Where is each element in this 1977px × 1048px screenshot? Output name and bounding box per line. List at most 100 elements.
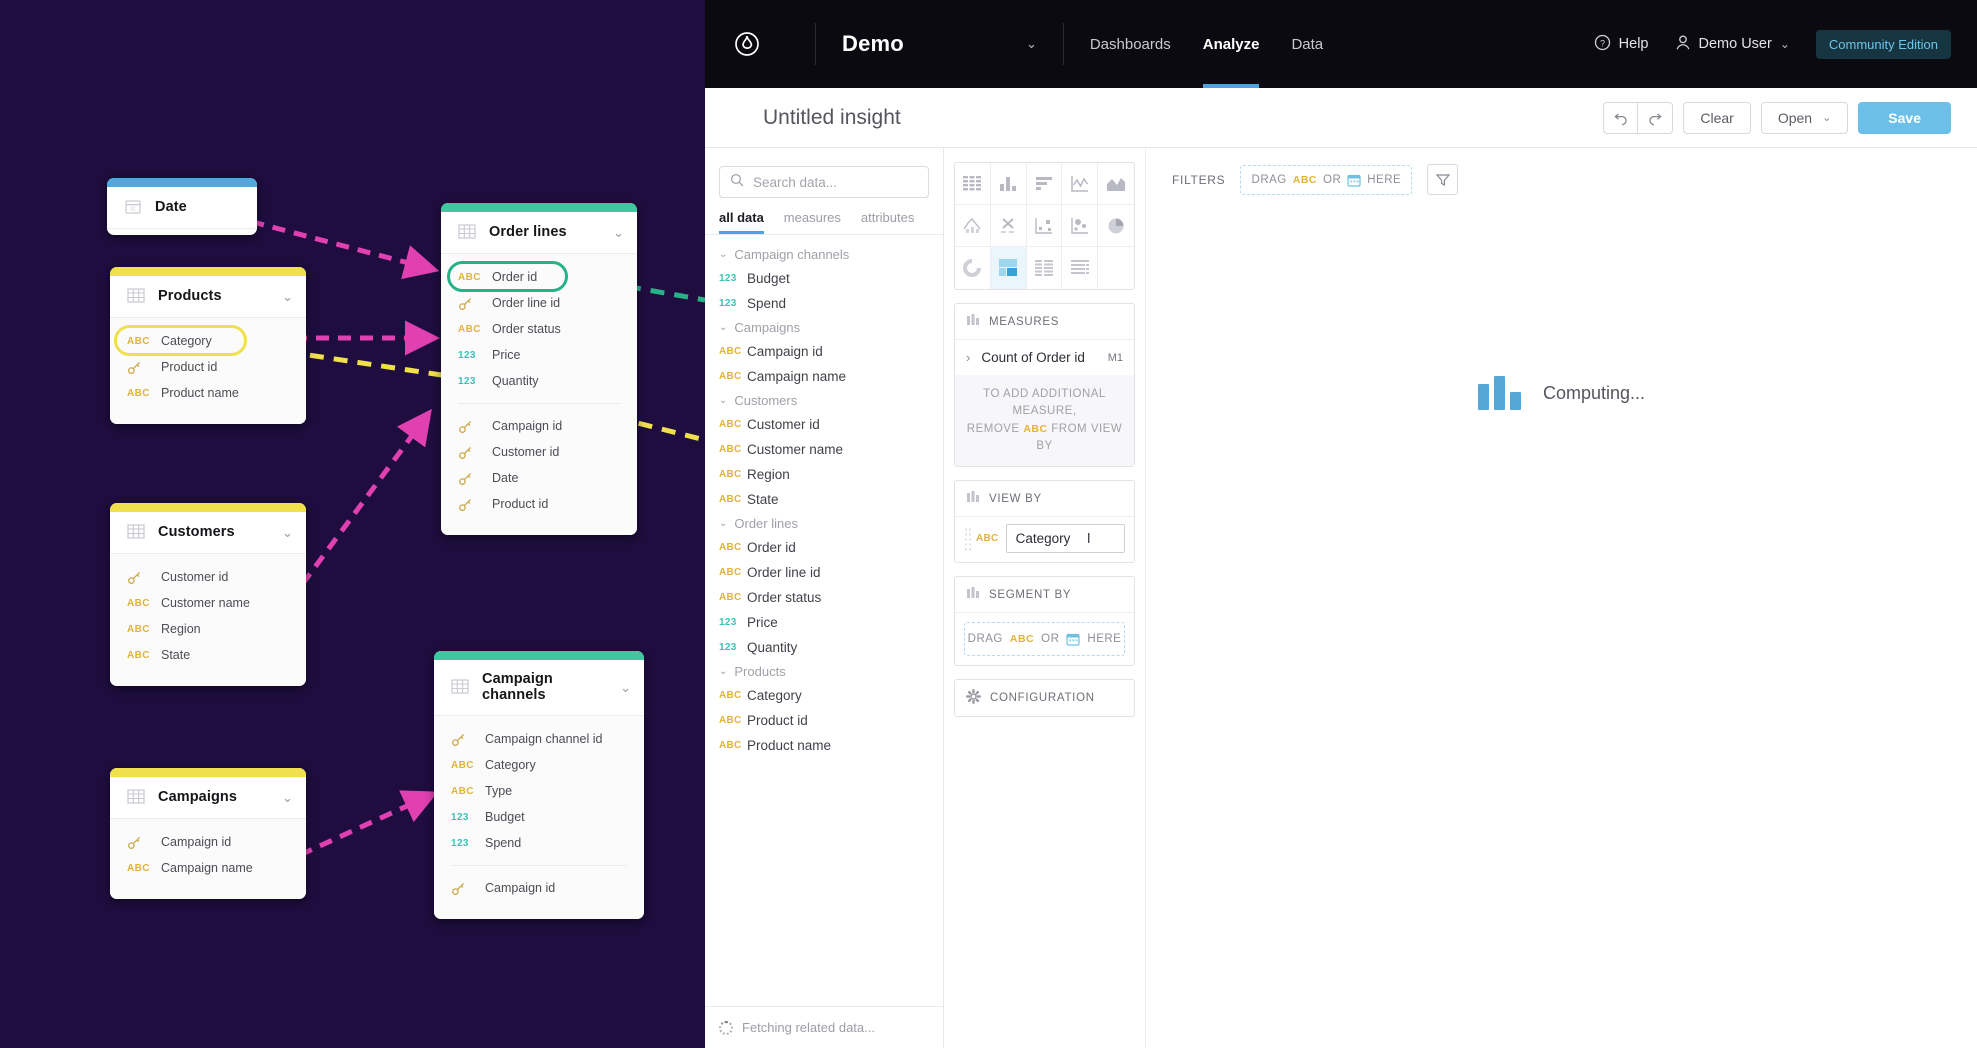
open-button[interactable]: Open ⌄	[1761, 102, 1848, 134]
field-list-item[interactable]: ABCCampaign name	[705, 364, 943, 389]
erd-field-row[interactable]: ABCCategory	[434, 752, 644, 778]
erd-field-row[interactable]: ABCOrder status	[441, 316, 637, 342]
erd-field-row[interactable]: 123Quantity	[441, 368, 637, 394]
donut-chart-icon[interactable]	[955, 247, 991, 289]
pivot-table-icon[interactable]	[955, 163, 991, 205]
erd-card-header[interactable]: Products⌄	[110, 276, 306, 318]
area-chart-icon[interactable]	[1098, 163, 1134, 205]
field-list-item[interactable]: ABCProduct id	[705, 708, 943, 733]
search-input[interactable]	[753, 175, 918, 190]
field-group-header[interactable]: ⌄Campaigns	[705, 316, 943, 339]
scatter-plot-icon[interactable]	[1027, 205, 1063, 247]
erd-field-row[interactable]: 123Spend	[434, 830, 644, 856]
erd-field-row[interactable]: Customer id	[110, 564, 306, 590]
erd-field-row[interactable]: ABCCategory	[110, 328, 306, 354]
segment-by-dropzone[interactable]: DRAG ABC OR HERE	[964, 622, 1125, 656]
nav-item-data[interactable]: Data	[1291, 0, 1323, 88]
bubble-chart-icon[interactable]	[1062, 205, 1098, 247]
erd-table-card[interactable]: Order lines⌄ABCOrder idOrder line idABCO…	[441, 203, 637, 535]
field-list-item[interactable]: ABCCustomer name	[705, 437, 943, 462]
field-list-item[interactable]: ABCState	[705, 487, 943, 512]
erd-field-row[interactable]: Campaign id	[110, 829, 306, 855]
erd-field-row[interactable]: ABCCampaign name	[110, 855, 306, 881]
user-menu[interactable]: Demo User ⌄	[1675, 34, 1790, 55]
erd-table-card[interactable]: Products⌄ABCCategoryProduct idABCProduct…	[110, 267, 306, 424]
nav-item-analyze[interactable]: Analyze	[1203, 0, 1260, 88]
erd-field-row[interactable]: Campaign id	[441, 413, 637, 439]
erd-field-row[interactable]: ABCOrder id	[441, 264, 637, 290]
blank-icon[interactable]	[1098, 247, 1134, 289]
erd-field-row[interactable]: ABCCustomer name	[110, 590, 306, 616]
line-chart-icon[interactable]	[1062, 163, 1098, 205]
column-chart-icon[interactable]	[991, 163, 1027, 205]
save-button[interactable]: Save	[1858, 102, 1951, 134]
erd-card-header[interactable]: 31Date	[107, 187, 257, 229]
erd-table-card[interactable]: Campaign channels⌄Campaign channel idABC…	[434, 651, 644, 919]
filter-funnel-button[interactable]	[1427, 164, 1458, 195]
erd-card-header[interactable]: Customers⌄	[110, 512, 306, 554]
field-list-item[interactable]: ABCCustomer id	[705, 412, 943, 437]
chevron-down-icon[interactable]: ⌄	[282, 526, 293, 539]
erd-field-row[interactable]: Campaign id	[434, 875, 644, 901]
workspace-selector[interactable]: Demo ⌄	[842, 31, 1037, 57]
insight-title[interactable]: Untitled insight	[763, 106, 901, 130]
configuration-section[interactable]: CONFIGURATION	[954, 679, 1135, 717]
erd-card-header[interactable]: Campaigns⌄	[110, 777, 306, 819]
field-list-item[interactable]: 123Spend	[705, 291, 943, 316]
field-group-header[interactable]: ⌄Order lines	[705, 512, 943, 535]
undo-button[interactable]	[1603, 102, 1638, 134]
field-list-item[interactable]: ABCOrder status	[705, 585, 943, 610]
clear-button[interactable]: Clear	[1683, 102, 1750, 134]
field-list-item[interactable]: 123Price	[705, 610, 943, 635]
erd-table-card[interactable]: 31Date	[107, 178, 257, 235]
help-button[interactable]: ? Help	[1594, 34, 1649, 55]
erd-field-row[interactable]: Date	[441, 465, 637, 491]
tab-all-data[interactable]: all data	[719, 210, 764, 234]
tab-attributes[interactable]: attributes	[861, 210, 914, 234]
scatter-x-icon[interactable]	[991, 205, 1027, 247]
chevron-down-icon[interactable]: ⌄	[282, 791, 293, 804]
erd-field-row[interactable]: Order line id	[441, 290, 637, 316]
treemap-icon[interactable]	[991, 247, 1027, 289]
erd-field-row[interactable]: ABCRegion	[110, 616, 306, 642]
bar-chart-icon[interactable]	[1027, 163, 1063, 205]
erd-table-card[interactable]: Campaigns⌄ Campaign idABCCampaign name	[110, 768, 306, 899]
erd-field-row[interactable]: ABCState	[110, 642, 306, 668]
erd-field-row[interactable]: Product id	[110, 354, 306, 380]
erd-field-row[interactable]: Campaign channel id	[434, 726, 644, 752]
chevron-right-icon[interactable]: ›	[966, 350, 970, 365]
list-icon[interactable]	[1062, 247, 1098, 289]
field-group-header[interactable]: ⌄Products	[705, 660, 943, 683]
view-by-field-input[interactable]: Category I	[1006, 524, 1125, 553]
erd-table-card[interactable]: Customers⌄Customer idABCCustomer nameABC…	[110, 503, 306, 686]
chevron-down-icon[interactable]: ⌄	[620, 681, 631, 694]
erd-field-row[interactable]: 123Budget	[434, 804, 644, 830]
redo-button[interactable]	[1638, 102, 1673, 134]
field-list-item[interactable]: ABCRegion	[705, 462, 943, 487]
pie-chart-icon[interactable]	[1098, 205, 1134, 247]
field-group-header[interactable]: ⌄Customers	[705, 389, 943, 412]
measure-item[interactable]: › Count of Order id M1	[955, 340, 1134, 375]
erd-field-row[interactable]: 123Price	[441, 342, 637, 368]
field-group-header[interactable]: ⌄Campaign channels	[705, 243, 943, 266]
drag-handle[interactable]	[964, 527, 973, 551]
erd-card-header[interactable]: Campaign channels⌄	[434, 660, 644, 716]
field-list-item[interactable]: ABCCampaign id	[705, 339, 943, 364]
field-list-item[interactable]: ABCProduct name	[705, 733, 943, 758]
field-list-item[interactable]: ABCOrder id	[705, 535, 943, 560]
chevron-down-icon[interactable]: ⌄	[613, 226, 624, 239]
chevron-down-icon[interactable]: ⌄	[282, 290, 293, 303]
erd-field-row[interactable]: Customer id	[441, 439, 637, 465]
erd-field-row[interactable]: Product id	[441, 491, 637, 517]
field-list-item[interactable]: ABCOrder line id	[705, 560, 943, 585]
combo-chart-icon[interactable]	[955, 205, 991, 247]
filters-dropzone[interactable]: DRAG ABC OR HERE	[1240, 165, 1412, 195]
edition-badge[interactable]: Community Edition	[1816, 30, 1951, 59]
field-list-item[interactable]: 123Quantity	[705, 635, 943, 660]
field-list-item[interactable]: ABCCategory	[705, 683, 943, 708]
field-list-item[interactable]: 123Budget	[705, 266, 943, 291]
search-box[interactable]	[719, 166, 929, 198]
tab-measures[interactable]: measures	[784, 210, 841, 234]
droplet-logo-icon[interactable]	[705, 31, 789, 57]
erd-field-row[interactable]: ABCType	[434, 778, 644, 804]
